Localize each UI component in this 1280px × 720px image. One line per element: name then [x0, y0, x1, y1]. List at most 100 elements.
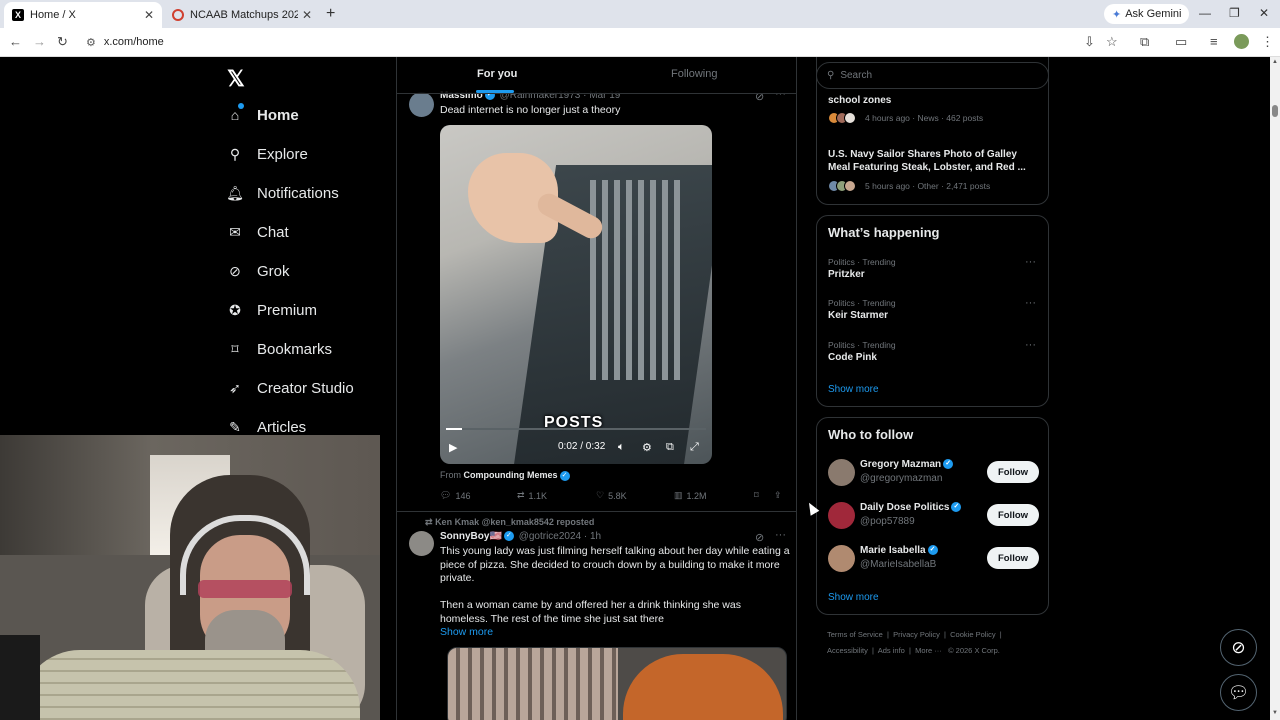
copyright: © 2026 X Corp.	[948, 646, 1000, 655]
close-window-icon[interactable]: ✕	[1259, 6, 1269, 20]
ask-gemini-label: Ask Gemini	[1125, 8, 1182, 20]
avatar[interactable]	[409, 92, 434, 117]
more-icon[interactable]: ···	[1025, 297, 1036, 309]
nav-grok[interactable]: ⊘ Grok	[226, 255, 290, 287]
bookmark-icon: ⌑	[231, 340, 239, 357]
more-icon[interactable]: ···	[1025, 339, 1036, 351]
tab-ncaab[interactable]: NCAAB Matchups 2025-2026 - ✕	[164, 2, 320, 28]
grok-fab-button[interactable]: ⊘	[1220, 629, 1257, 666]
play-icon[interactable]: ▶	[449, 441, 457, 454]
author-handle[interactable]: @gotrice2024 · 1h	[519, 531, 601, 542]
news-title[interactable]: school zones	[828, 94, 891, 107]
more-icon[interactable]: ···	[1025, 256, 1036, 268]
extensions-icon[interactable]: ⧉	[1140, 34, 1149, 50]
ads-info-link[interactable]: Ads info	[878, 646, 905, 655]
nav-home[interactable]: ⌂ Home	[226, 99, 299, 131]
footer-links: Accessibility | Ads info | More ··· © 20…	[827, 646, 1000, 655]
video-progress-bar[interactable]	[446, 428, 706, 430]
tab-home-x[interactable]: X Home / X ✕	[4, 2, 162, 28]
tab-for-you[interactable]: For you	[477, 68, 517, 80]
follow-button[interactable]: Follow	[987, 547, 1039, 569]
page-scrollbar[interactable]: ▲ ▼	[1270, 57, 1280, 720]
restore-icon[interactable]: ❐	[1229, 6, 1240, 20]
more-icon[interactable]: ···	[775, 529, 786, 541]
profile-avatar[interactable]	[1234, 34, 1249, 49]
source-link[interactable]: Compounding Memes	[464, 470, 558, 480]
account-name[interactable]: Gregory Mazman ✓	[860, 459, 955, 470]
like-button[interactable]: ♡ 5.8K	[596, 490, 627, 501]
ask-gemini-button[interactable]: ✦ Ask Gemini	[1104, 4, 1190, 24]
trend-name[interactable]: Pritzker	[828, 269, 865, 280]
minimize-icon[interactable]: —	[1199, 6, 1211, 20]
avatar[interactable]	[828, 502, 855, 529]
account-handle[interactable]: @gregorymazman	[860, 473, 942, 484]
x-logo-icon[interactable]: 𝕏	[227, 66, 245, 92]
address-bar[interactable]: ⚙ x.com/home	[80, 31, 1070, 53]
settings-icon[interactable]: ⚙	[642, 441, 652, 454]
media-icon[interactable]: ≡	[1210, 34, 1218, 49]
reload-icon[interactable]: ↻	[57, 34, 68, 50]
chat-fab-button[interactable]: 💬︎	[1220, 674, 1257, 711]
bookmark-star-icon[interactable]: ☆	[1106, 34, 1118, 50]
share-icon[interactable]: ⇪	[774, 490, 782, 501]
trend-category: Politics · Trending	[828, 340, 896, 350]
views-icon: ▥	[674, 490, 683, 500]
follow-button[interactable]: Follow	[987, 504, 1039, 526]
new-tab-icon[interactable]: +	[326, 5, 335, 23]
trend-name[interactable]: Code Pink	[828, 352, 877, 363]
news-title[interactable]: U.S. Navy Sailor Shares Photo of Galley …	[828, 148, 1038, 174]
grok-post-icon[interactable]: ⊘	[755, 531, 764, 544]
verified-icon: ✓	[927, 545, 938, 556]
tab-following[interactable]: Following	[671, 68, 717, 80]
repost-button[interactable]: ⇄ 1.1K	[517, 490, 547, 501]
nav-explore[interactable]: ⚲ Explore	[226, 138, 308, 170]
install-icon[interactable]: ⇩	[1084, 34, 1095, 50]
cast-icon[interactable]: ▭	[1175, 34, 1187, 50]
scroll-down-icon[interactable]: ▼	[1272, 710, 1278, 716]
accessibility-link[interactable]: Accessibility	[827, 646, 868, 655]
nav-label: Articles	[257, 418, 307, 436]
nav-premium[interactable]: ✪ Premium	[226, 294, 317, 326]
reply-button[interactable]: 💬︎ 146	[440, 490, 470, 501]
tab-close-icon[interactable]: ✕	[302, 8, 312, 22]
post-image[interactable]	[447, 647, 787, 720]
nav-creator-studio[interactable]: ➶ Creator Studio	[226, 372, 354, 404]
account-handle[interactable]: @MarieIsabellaB	[860, 559, 936, 570]
bookmark-post-icon[interactable]: ⌑	[754, 490, 759, 501]
pip-icon[interactable]: ⧉	[666, 441, 674, 454]
avatar[interactable]	[828, 545, 855, 572]
account-name[interactable]: Daily Dose Politics ✓	[860, 502, 963, 513]
tab-close-icon[interactable]: ✕	[144, 8, 154, 22]
views-button[interactable]: ▥ 1.2M	[674, 490, 707, 501]
nav-label: Grok	[257, 262, 290, 280]
account-name[interactable]: Marie Isabella ✓	[860, 545, 940, 556]
trend-name[interactable]: Keir Starmer	[828, 310, 888, 321]
forward-icon[interactable]: →	[33, 34, 46, 49]
video-player[interactable]: POSTS ▶ 0:02 / 0:32 🔈︎ ⚙ ⧉ ⤢	[440, 125, 712, 464]
scrollbar-thumb[interactable]	[1272, 105, 1278, 117]
nav-bookmarks[interactable]: ⌑ Bookmarks	[226, 333, 332, 365]
avatar[interactable]	[409, 531, 434, 556]
show-more-link[interactable]: Show more	[828, 592, 879, 603]
back-icon[interactable]: ←	[9, 34, 22, 49]
cookie-link[interactable]: Cookie Policy	[950, 630, 995, 639]
author-name[interactable]: SonnyBoy🇺🇸	[440, 531, 502, 542]
volume-icon[interactable]: 🔈︎	[618, 441, 625, 454]
video-source: From Compounding Memes ✓	[440, 470, 572, 481]
terms-link[interactable]: Terms of Service	[827, 630, 883, 639]
account-handle[interactable]: @pop57889	[860, 516, 915, 527]
avatar[interactable]	[828, 459, 855, 486]
scroll-up-icon[interactable]: ▲	[1272, 59, 1278, 65]
privacy-link[interactable]: Privacy Policy	[893, 630, 940, 639]
nav-chat[interactable]: ✉ Chat	[226, 216, 289, 248]
news-meta: 5 hours ago · Other · 2,471 posts	[865, 181, 991, 191]
x-favicon-icon: X	[12, 9, 24, 21]
more-link[interactable]: More ···	[915, 646, 942, 655]
fullscreen-icon[interactable]: ⤢	[690, 441, 699, 454]
follow-button[interactable]: Follow	[987, 461, 1039, 483]
site-info-icon[interactable]: ⚙	[86, 36, 96, 49]
show-more-link[interactable]: Show more	[440, 626, 493, 638]
menu-dots-icon[interactable]: ⋮	[1261, 34, 1274, 50]
nav-notifications[interactable]: 🔔︎ Notifications	[226, 177, 339, 209]
show-more-link[interactable]: Show more	[828, 384, 879, 395]
